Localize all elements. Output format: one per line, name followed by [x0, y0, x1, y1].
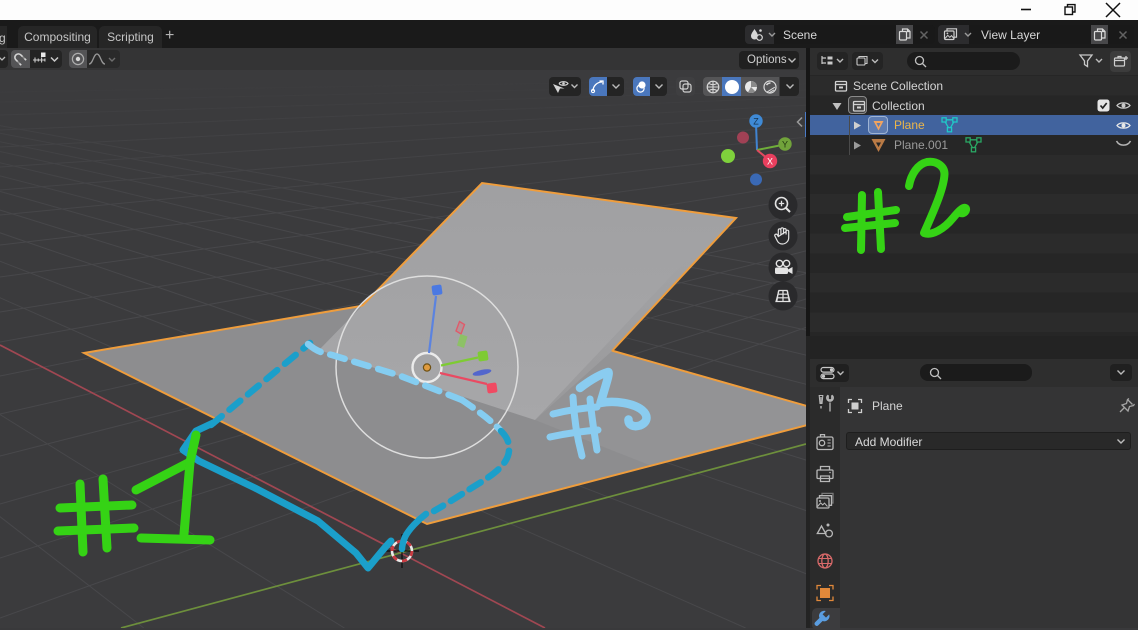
svg-text:X: X — [767, 157, 773, 167]
svg-text:Z: Z — [753, 117, 759, 127]
svg-text:Y: Y — [782, 140, 788, 150]
